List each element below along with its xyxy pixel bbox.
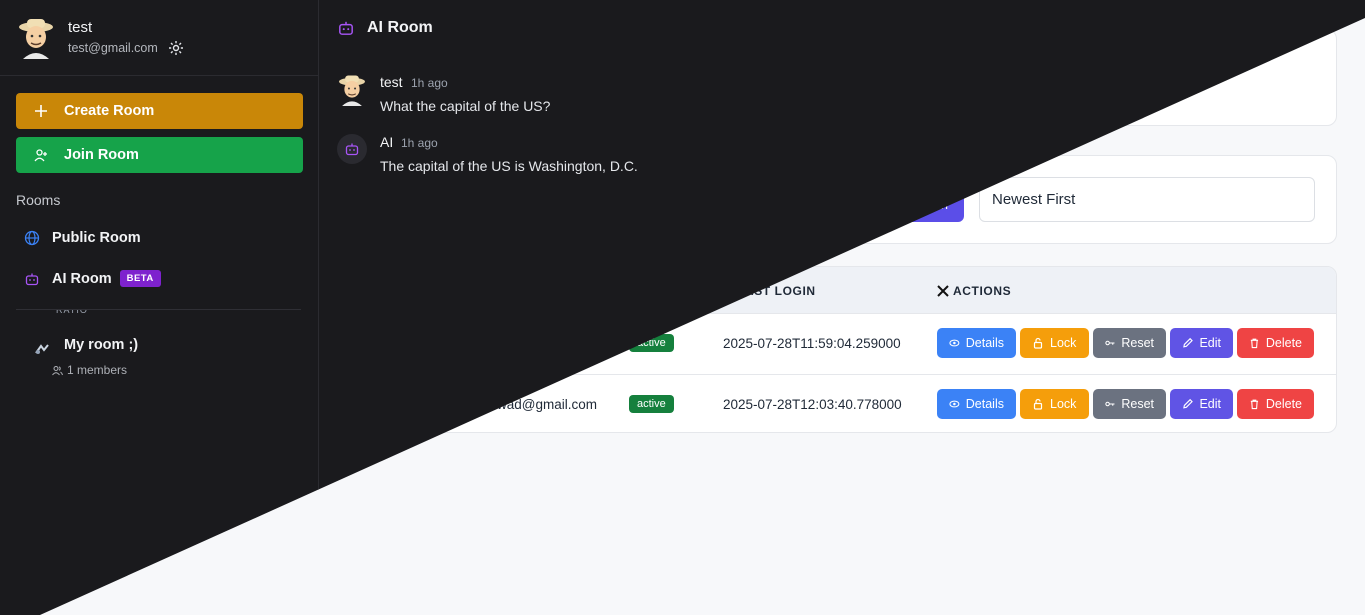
pencil-icon xyxy=(1183,398,1193,409)
rooms-section-label: Rooms xyxy=(16,192,61,208)
delete-button[interactable]: Delete xyxy=(1237,389,1314,419)
sort-select[interactable]: Newest First xyxy=(979,177,1315,222)
profile-header: test test@gmail.com xyxy=(0,0,319,76)
pencil-icon xyxy=(1183,337,1193,348)
message-time: 1h ago xyxy=(401,136,438,150)
last-login-cell: 2025-07-28T11:59:04.259000 xyxy=(723,336,901,351)
chat-title: AI Room xyxy=(367,19,433,36)
section-label-partial: RATIO xyxy=(56,310,88,315)
beta-badge: BETA xyxy=(119,270,161,287)
profile-email: test@gmail.com xyxy=(68,41,158,55)
avatar xyxy=(19,19,53,59)
reset-button[interactable]: Reset xyxy=(1093,389,1166,419)
edit-button[interactable]: Edit xyxy=(1170,328,1233,358)
eye-icon xyxy=(949,400,960,408)
globe-icon xyxy=(24,230,40,246)
details-button[interactable]: Details xyxy=(937,389,1016,419)
trash-icon xyxy=(1250,338,1259,349)
header-actions: ACTIONS xyxy=(937,284,1011,298)
create-room-button[interactable]: Create Room xyxy=(16,93,303,129)
row-actions: Details Lock Reset Edit Delete xyxy=(937,389,1314,419)
message-time: 1h ago xyxy=(411,76,448,90)
gear-icon[interactable] xyxy=(168,40,184,56)
plus-icon xyxy=(35,105,47,117)
lock-icon xyxy=(1033,337,1043,349)
sidebar-item-ai-room[interactable]: AI Room BETA xyxy=(24,270,161,287)
robot-icon xyxy=(345,143,359,156)
lock-button[interactable]: Lock xyxy=(1020,389,1089,419)
eye-icon xyxy=(949,339,960,347)
lock-icon xyxy=(1033,398,1043,410)
key-icon xyxy=(1105,401,1115,407)
details-button[interactable]: Details xyxy=(937,328,1016,358)
row-actions: Details Lock Reset Edit Delete xyxy=(937,328,1314,358)
avatar xyxy=(339,75,365,106)
edit-button[interactable]: Edit xyxy=(1170,389,1233,419)
message-text: What the capital of the US? xyxy=(380,98,551,114)
message-text: The capital of the US is Washington, D.C… xyxy=(380,158,638,174)
members-count: 1 members xyxy=(52,363,127,377)
room-image-icon xyxy=(35,344,49,354)
users-icon xyxy=(52,365,63,375)
delete-button[interactable]: Delete xyxy=(1237,328,1314,358)
key-icon xyxy=(1105,340,1115,346)
profile-name: test xyxy=(68,19,93,36)
tools-icon xyxy=(937,285,949,297)
sidebar-item-public-room[interactable]: Public Room xyxy=(24,230,141,246)
message-author: AI xyxy=(380,134,394,150)
chat-header: AI Room xyxy=(337,19,433,37)
user-plus-icon xyxy=(34,149,47,162)
trash-icon xyxy=(1250,399,1259,410)
last-login-cell: 2025-07-28T12:03:40.778000 xyxy=(723,397,902,412)
join-room-button[interactable]: Join Room xyxy=(16,137,303,173)
ai-avatar xyxy=(337,134,367,164)
robot-icon xyxy=(25,273,39,285)
message-author: test xyxy=(380,74,403,90)
lock-button[interactable]: Lock xyxy=(1020,328,1089,358)
status-badge: active xyxy=(629,395,674,413)
reset-button[interactable]: Reset xyxy=(1093,328,1166,358)
robot-icon xyxy=(339,21,353,35)
